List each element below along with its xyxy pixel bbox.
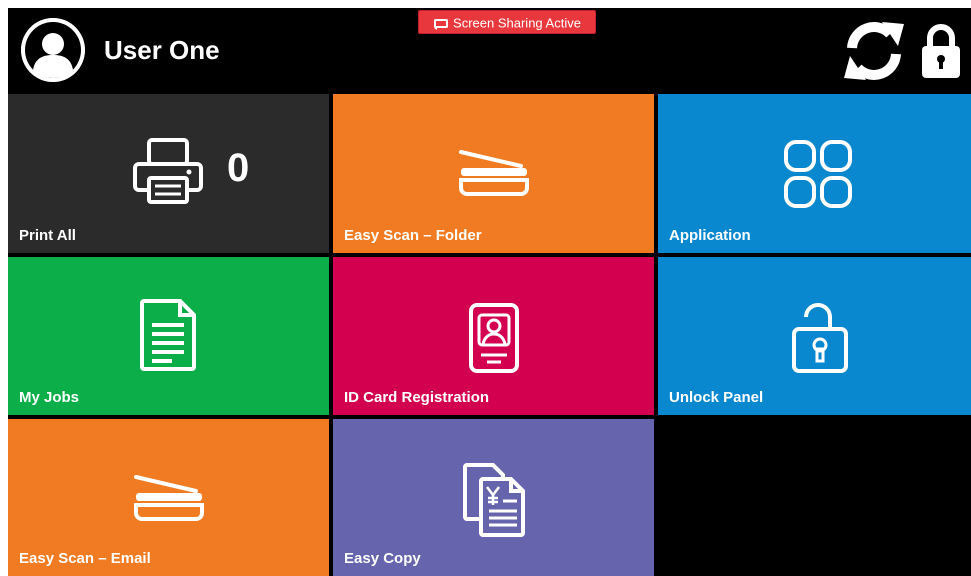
print-job-count: 0 <box>227 146 250 190</box>
tile-easy-copy[interactable]: Easy Copy <box>333 419 654 576</box>
user-avatar-icon[interactable] <box>21 18 85 82</box>
lock-button[interactable] <box>920 22 962 80</box>
copy-icon <box>463 463 525 537</box>
tile-unlock-panel[interactable]: Unlock Panel <box>658 257 971 415</box>
id-card-icon <box>469 303 519 373</box>
screen-share-icon <box>434 18 449 30</box>
tile-application[interactable]: Application <box>658 94 971 253</box>
tile-id-card-registration[interactable]: ID Card Registration <box>333 257 654 415</box>
tile-print-all[interactable]: 0 Print All <box>8 94 329 253</box>
lock-icon <box>922 24 960 78</box>
tile-easy-scan-folder[interactable]: Easy Scan – Folder <box>333 94 654 253</box>
unlock-icon <box>792 303 848 373</box>
apps-grid-icon <box>784 140 852 208</box>
screen-sharing-badge: Screen Sharing Active <box>418 10 596 34</box>
scanner-icon <box>459 150 529 196</box>
tile-label: ID Card Registration <box>344 389 490 406</box>
tile-label: Print All <box>19 227 76 244</box>
tile-label: Easy Scan – Email <box>19 550 151 567</box>
refresh-icon <box>844 22 904 80</box>
header-bar: User One Screen Sharing Active <box>8 8 971 94</box>
tile-label: Easy Copy <box>344 550 421 567</box>
screen-sharing-label: Screen Sharing Active <box>453 15 581 31</box>
empty-tile-slot <box>658 419 971 576</box>
document-icon <box>140 299 196 371</box>
tile-easy-scan-email[interactable]: Easy Scan – Email <box>8 419 329 576</box>
terminal-screen: User One Screen Sharing Active 0 Print A… <box>8 8 971 576</box>
refresh-button[interactable] <box>840 20 908 82</box>
tile-label: My Jobs <box>19 389 80 406</box>
scanner-icon <box>134 475 204 521</box>
printer-icon <box>133 138 203 204</box>
user-name: User One <box>104 35 220 65</box>
tile-label: Easy Scan – Folder <box>344 227 482 244</box>
tile-my-jobs[interactable]: My Jobs <box>8 257 329 415</box>
tile-label: Application <box>669 227 751 244</box>
tile-label: Unlock Panel <box>669 389 764 406</box>
